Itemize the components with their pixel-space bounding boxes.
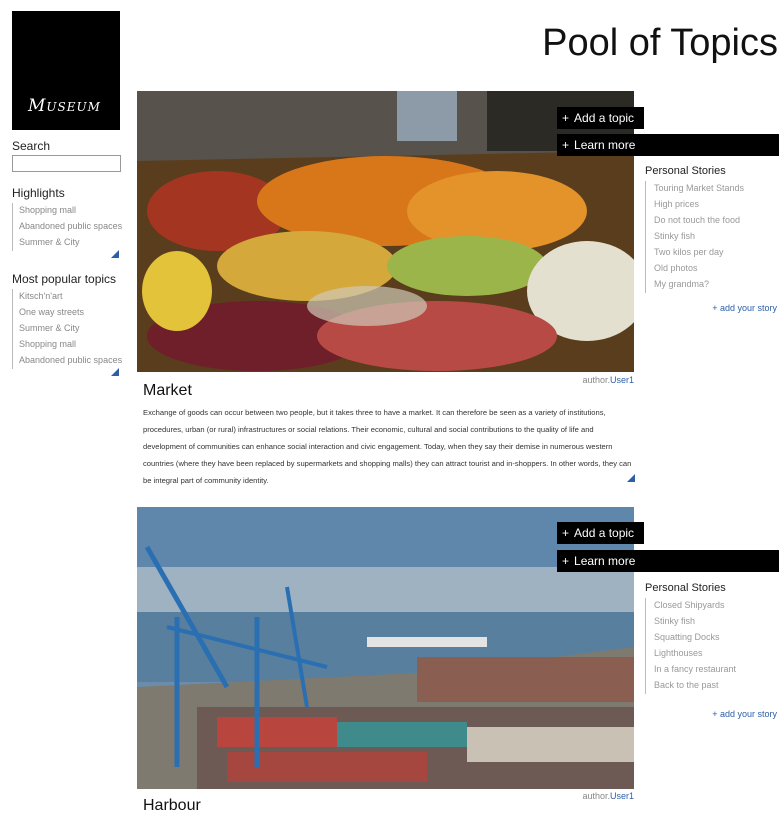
story-link[interactable]: Touring Market Stands [654, 181, 744, 197]
popular-topic-item[interactable]: Summer & City [19, 321, 122, 337]
personal-stories-list: Closed Shipyards Stinky fish Squatting D… [645, 598, 736, 694]
search-input[interactable] [12, 155, 121, 172]
topic-title: Harbour [143, 797, 201, 814]
popular-topics-list: Kitsch'n'art One way streets Summer & Ci… [12, 289, 122, 369]
story-link[interactable]: Two kilos per day [654, 245, 744, 261]
more-topics-icon[interactable] [111, 368, 119, 376]
learn-more-button[interactable]: + Learn more [557, 134, 779, 156]
highlight-item[interactable]: Shopping mall [19, 203, 122, 219]
story-link[interactable]: Old photos [654, 261, 744, 277]
popular-topics-heading: Most popular topics [12, 272, 117, 286]
logo-text: Museum [28, 96, 101, 116]
museum-logo[interactable]: Museum [12, 11, 120, 130]
story-link[interactable]: High prices [654, 197, 744, 213]
add-your-story-link[interactable]: + add your story [712, 303, 777, 313]
story-link[interactable]: Lighthouses [654, 646, 736, 662]
popular-topic-item[interactable]: Abandoned public spaces [19, 353, 122, 369]
author-link[interactable]: User1 [610, 375, 634, 385]
story-link[interactable]: Squatting Docks [654, 630, 736, 646]
learn-more-button[interactable]: + Learn more [557, 550, 779, 572]
author-link[interactable]: User1 [610, 791, 634, 801]
topic-title: Market [143, 382, 192, 399]
personal-stories-heading: Personal Stories [645, 165, 726, 177]
story-link[interactable]: In a fancy restaurant [654, 662, 736, 678]
story-link[interactable]: Stinky fish [654, 614, 736, 630]
popular-topic-item[interactable]: Kitsch'n'art [19, 289, 122, 305]
popular-topic-item[interactable]: One way streets [19, 305, 122, 321]
read-more-icon[interactable] [627, 474, 635, 482]
highlights-heading: Highlights [12, 186, 65, 200]
topic-description: Exchange of goods can occur between two … [143, 408, 632, 485]
popular-topic-item[interactable]: Shopping mall [19, 337, 122, 353]
highlights-list: Shopping mall Abandoned public spaces Su… [12, 203, 122, 251]
more-highlights-icon[interactable] [111, 250, 119, 258]
story-link[interactable]: Stinky fish [654, 229, 744, 245]
highlight-item[interactable]: Summer & City [19, 235, 122, 251]
add-topic-button[interactable]: + Add a topic [557, 522, 644, 544]
search-label: Search [12, 139, 51, 153]
add-topic-button[interactable]: + Add a topic [557, 107, 644, 129]
story-link[interactable]: Back to the past [654, 678, 736, 694]
personal-stories-list: Touring Market Stands High prices Do not… [645, 181, 744, 293]
page-title: Pool of Topics [542, 22, 778, 64]
add-your-story-link[interactable]: + add your story [712, 709, 777, 719]
story-link[interactable]: My grandma? [654, 277, 744, 293]
highlight-item[interactable]: Abandoned public spaces [19, 219, 122, 235]
author-credit: author.User1 [582, 375, 634, 385]
story-link[interactable]: Do not touch the food [654, 213, 744, 229]
story-link[interactable]: Closed Shipyards [654, 598, 736, 614]
personal-stories-heading: Personal Stories [645, 582, 726, 594]
author-credit: author.User1 [582, 791, 634, 801]
